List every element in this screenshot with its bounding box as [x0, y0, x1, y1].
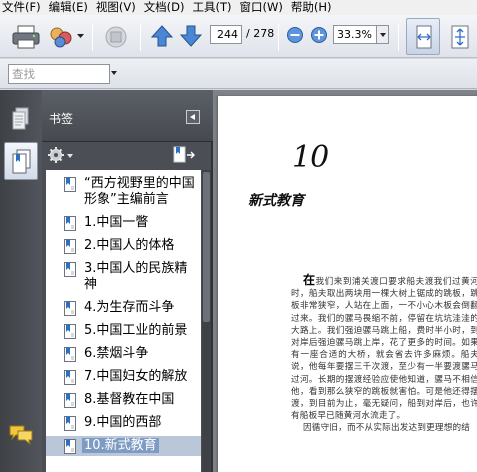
bookmark-page-icon	[64, 324, 76, 339]
bookmarks-panel-toolbar	[42, 142, 213, 170]
previous-page-icon[interactable]	[150, 24, 174, 48]
main-toolbar: 244 / 278 33.3%	[0, 15, 477, 58]
search-toolbar: 查找	[0, 59, 477, 89]
bookmark-item[interactable]: 7.中国妇女的解放	[46, 367, 201, 387]
bookmark-item[interactable]: 1.中国一瞥	[46, 213, 201, 233]
bookmark-item[interactable]: “西方视野里的中国形象”主编前言	[46, 174, 201, 210]
bookmarks-panel: 书签 “西方视野里的中国形象”主编前言 1.中国一瞥 2.中国人的体格 3.中国人的民…	[42, 90, 213, 472]
bookmark-item[interactable]: 9.中国的西部	[46, 413, 201, 433]
print-icon[interactable]	[12, 25, 40, 49]
bookmark-page-icon	[64, 262, 76, 277]
bookmark-page-icon	[64, 370, 76, 385]
save-icon[interactable]	[103, 25, 129, 49]
bookmark-label: 10.新式教育	[82, 438, 159, 453]
bookmark-page-icon	[64, 301, 76, 316]
bookmark-page-icon	[64, 439, 76, 454]
collaborate-icon[interactable]	[48, 25, 76, 49]
pages-icon	[12, 107, 29, 130]
bookmark-item[interactable]: 3.中国人的民族精神	[46, 259, 201, 295]
toolbar-separator	[140, 23, 141, 51]
scrollbar-thumb[interactable]	[203, 172, 210, 322]
bookmark-page-icon	[64, 393, 76, 408]
bookmarks-icon	[12, 149, 31, 174]
toolbar-separator	[92, 23, 93, 51]
collaborate-dropdown-icon[interactable]	[77, 34, 85, 40]
bookmark-list: “西方视野里的中国形象”主编前言 1.中国一瞥 2.中国人的体格 3.中国人的民族精神…	[46, 170, 201, 472]
zoom-in-icon[interactable]	[310, 26, 328, 44]
bookmark-page-icon	[64, 216, 76, 231]
bookmark-label: 3.中国人的民族精神	[84, 261, 188, 292]
toolbar-separator	[398, 23, 399, 51]
bookmark-item[interactable]: 4.为生存而斗争	[46, 298, 201, 318]
menu-document[interactable]: 文档(D)	[140, 0, 189, 15]
chapter-body: 在我们来到浦关渡口要求船夫渡我们过黄河时，船夫取出两块用一棵大树上锯成的跳板，跳…	[291, 274, 477, 435]
expand-bookmark-icon[interactable]	[172, 145, 196, 165]
chapter-title: 新式教育	[248, 193, 304, 209]
page-number-input[interactable]: 244	[210, 25, 242, 44]
zoom-dropdown[interactable]	[377, 25, 389, 44]
zoom-level-input[interactable]: 33.3%	[333, 25, 377, 44]
bookmark-label: 2.中国人的体格	[84, 238, 175, 253]
page-total: / 278	[246, 27, 275, 40]
search-input[interactable]: 查找	[8, 64, 110, 84]
pdf-reader-window: { "menu": ["文件(F)", "编辑(E)", "视图(V)", "文…	[0, 0, 477, 472]
collapse-panel-button[interactable]	[186, 110, 200, 124]
next-page-icon[interactable]	[179, 24, 203, 48]
paragraph: 因循守旧，而不从实际出发达到更理想的结	[303, 423, 471, 434]
panel-title: 书签	[49, 112, 74, 126]
menu-tools[interactable]: 工具(T)	[189, 0, 236, 15]
fit-width-button[interactable]	[406, 18, 440, 55]
zoom-out-icon[interactable]	[286, 26, 304, 44]
fit-page-icon[interactable]	[450, 25, 470, 49]
navigation-pane-strip	[0, 90, 42, 472]
bookmark-item[interactable]: 5.中国工业的前景	[46, 321, 201, 341]
bookmark-item[interactable]: 8.基督教在中国	[46, 390, 201, 410]
paragraph: 在我们来到浦关渡口要求船夫渡我们过黄河时，船夫取出两块用一棵大树上锯成的跳板，跳…	[291, 273, 477, 422]
bookmarks-panel-button[interactable]	[4, 142, 38, 180]
fit-width-icon	[416, 25, 432, 49]
pages-panel-button[interactable]	[4, 100, 38, 138]
bookmark-scrollbar[interactable]	[202, 170, 211, 472]
options-gear-icon[interactable]	[48, 146, 74, 164]
bookmark-item[interactable]: 6.禁烟斗争	[46, 344, 201, 364]
menu-edit[interactable]: 编辑(E)	[45, 0, 92, 15]
bookmark-item[interactable]: 2.中国人的体格	[46, 236, 201, 256]
bookmark-label: 1.中国一瞥	[84, 215, 149, 230]
menu-help[interactable]: 帮助(H)	[287, 0, 336, 15]
toolbar-separator	[278, 23, 279, 51]
document-view[interactable]: 10 新式教育 在我们来到浦关渡口要求船夫渡我们过黄河时，船夫取出两块用一棵大树…	[213, 90, 477, 472]
menu-window[interactable]: 窗口(W)	[236, 0, 287, 15]
bookmarks-panel-header: 书签	[42, 90, 213, 142]
bookmark-page-icon	[64, 347, 76, 362]
bookmark-item[interactable]: 10.新式教育	[46, 436, 201, 456]
menu-view[interactable]: 视图(V)	[92, 0, 140, 15]
comments-icon[interactable]	[8, 424, 34, 446]
document-page: 10 新式教育 在我们来到浦关渡口要求船夫渡我们过黄河时，船夫取出两块用一棵大树…	[218, 96, 477, 472]
bookmark-label: 8.基督教在中国	[84, 392, 175, 407]
menu-file[interactable]: 文件(F)	[0, 0, 45, 15]
bookmark-page-icon	[64, 416, 76, 431]
chapter-number: 10	[292, 140, 329, 175]
bookmark-page-icon	[64, 239, 76, 254]
bookmark-label: 6.禁烟斗争	[84, 346, 149, 361]
bookmark-label: 9.中国的西部	[84, 415, 162, 430]
bookmark-label: “西方视野里的中国形象”主编前言	[84, 176, 195, 207]
bookmark-label: 4.为生存而斗争	[84, 300, 175, 315]
bookmark-page-icon	[64, 177, 76, 192]
menu-bar: 文件(F) 编辑(E) 视图(V) 文档(D) 工具(T) 窗口(W) 帮助(H…	[0, 0, 477, 15]
bookmark-label: 5.中国工业的前景	[84, 323, 188, 338]
bookmark-label: 7.中国妇女的解放	[84, 369, 188, 384]
search-dropdown-icon[interactable]	[111, 71, 117, 75]
